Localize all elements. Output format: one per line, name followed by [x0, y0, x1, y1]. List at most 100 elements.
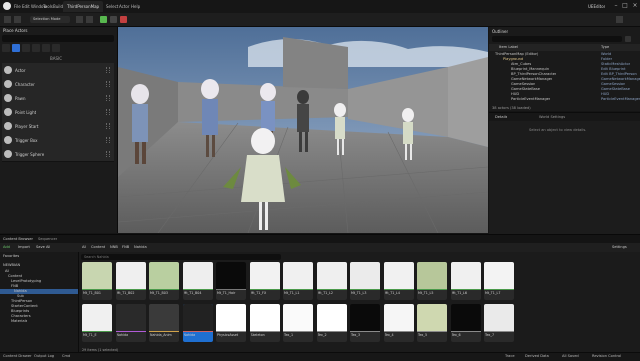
asset-tile[interactable]: PhysicsAsset [216, 304, 246, 342]
asset-tile[interactable]: Mt_T1_B03 [149, 262, 179, 300]
tree-favorites[interactable]: Favorites [3, 254, 19, 258]
pause-icon[interactable] [110, 16, 117, 23]
asset-tile[interactable]: Tex_4 [383, 304, 414, 342]
asset-tile[interactable]: Tex_5 [417, 304, 447, 342]
place-item-point-light[interactable]: Point Light [2, 105, 114, 120]
asset-tile[interactable]: Nahida [115, 304, 146, 342]
add-actor-icon[interactable] [76, 16, 83, 23]
place-item-character[interactable]: Character [2, 77, 114, 92]
asset-tile[interactable]: Mt_T1_B01 [82, 262, 112, 300]
asset-tile[interactable]: Tex_7 [484, 304, 514, 342]
output-log-button[interactable]: Output Log [34, 354, 54, 358]
play-icon[interactable] [100, 16, 107, 23]
breadcrumb-nahida[interactable]: Nahida [134, 245, 147, 249]
drag-handle-icon[interactable] [106, 95, 110, 101]
menu-edit[interactable]: Edit [22, 4, 30, 9]
level-viewport[interactable] [118, 27, 488, 233]
asset-tile[interactable]: Nahida_Anim [149, 304, 179, 342]
asset-tile[interactable]: Tex_1 [283, 304, 313, 342]
asset-tile[interactable]: Mt_T1_Hair [216, 262, 246, 300]
outliner-search[interactable] [492, 36, 622, 42]
settings-button[interactable]: Settings [612, 245, 627, 249]
blueprint-icon[interactable] [86, 16, 93, 23]
volumes-category-icon[interactable] [52, 44, 60, 52]
outliner-row[interactable]: ParticleEventManager ParticleEventManager [489, 97, 640, 102]
maximize-icon[interactable]: □ [621, 2, 629, 10]
tab-sequencer[interactable]: Sequencer [38, 237, 57, 241]
breadcrumb-content[interactable]: Content [91, 245, 105, 249]
save-all-button[interactable]: Save All [36, 245, 50, 249]
asset-tile[interactable]: Tex_2 [316, 304, 347, 342]
place-item-player-start[interactable]: Player Start [2, 119, 114, 134]
breadcrumb-fnb[interactable]: FNB [122, 245, 129, 249]
tree-blueprints[interactable]: Blueprints [11, 309, 29, 313]
asset-tile[interactable]: Skeleton [249, 304, 280, 342]
tree-thirdperson[interactable]: ThirdPerson [11, 299, 32, 303]
tree-sub[interactable]: Sub [17, 294, 24, 298]
place-item-pawn[interactable]: Pawn [2, 91, 114, 106]
drag-handle-icon[interactable] [106, 137, 110, 143]
menu-select[interactable]: Select [106, 4, 118, 9]
stop-icon[interactable] [120, 16, 127, 23]
drag-handle-icon[interactable] [106, 67, 110, 73]
tree-materials[interactable]: Materials [11, 319, 27, 323]
tab-world-settings[interactable]: World Settings [539, 115, 565, 119]
asset-tile[interactable]: Mt_T1_B02 [115, 262, 146, 300]
menu-help[interactable]: Help [131, 4, 140, 9]
menu-build[interactable]: Build [53, 4, 63, 9]
asset-tile[interactable]: Mt_T1_FX [249, 262, 280, 300]
tree-fnb[interactable]: FNB [11, 284, 18, 288]
add-button[interactable]: Add [3, 245, 10, 249]
asset-tile[interactable]: Tex_6 [450, 304, 481, 342]
settings-icon[interactable] [616, 16, 623, 23]
drag-handle-icon[interactable] [106, 81, 110, 87]
col-type[interactable]: Type [601, 45, 609, 49]
filter-icon[interactable] [625, 36, 631, 42]
drag-handle-icon[interactable] [106, 123, 110, 129]
place-item-trigger-box[interactable]: Trigger Box [2, 133, 114, 148]
lights-category-icon[interactable] [22, 44, 30, 52]
close-icon[interactable]: × [631, 2, 639, 10]
asset-tile[interactable]: Tex_3 [350, 304, 380, 342]
derived-data-button[interactable]: Derived Data [525, 354, 549, 358]
asset-tile-selected[interactable]: Nahida [182, 304, 213, 342]
basic-category-icon[interactable] [12, 44, 20, 52]
breadcrumb-all[interactable]: All [82, 245, 86, 249]
col-item-label[interactable]: Item Label [499, 45, 518, 49]
asset-tile[interactable]: Mt_T1_L7 [484, 262, 514, 300]
asset-search[interactable]: Search Nahida [81, 254, 281, 260]
place-actors-search[interactable] [2, 35, 114, 42]
minimize-icon[interactable]: – [612, 2, 620, 10]
level-tab[interactable]: ThirdPersonMap [63, 1, 103, 12]
menu-tools[interactable]: Tools [43, 4, 53, 9]
asset-tile[interactable]: Mt_T1_L4 [383, 262, 414, 300]
tree-all[interactable]: All [5, 269, 9, 273]
asset-tile[interactable]: Mt_T1_E [82, 304, 112, 342]
save-icon[interactable] [4, 16, 11, 23]
asset-tile[interactable]: Mt_T1_L2 [316, 262, 347, 300]
tree-content[interactable]: Content [8, 274, 22, 278]
tree-levelprototyping[interactable]: LevelPrototyping [11, 279, 41, 283]
drag-handle-icon[interactable] [106, 151, 110, 157]
place-item-trigger-sphere[interactable]: Trigger Sphere [2, 147, 114, 162]
tree-startercontent[interactable]: StarterContent [11, 304, 38, 308]
menu-actor[interactable]: Actor [119, 4, 130, 9]
tree-selected-row[interactable]: Nahida [0, 289, 78, 294]
asset-tile[interactable]: Mt_T1_B04 [182, 262, 213, 300]
visual-category-icon[interactable] [42, 44, 50, 52]
shapes-category-icon[interactable] [32, 44, 40, 52]
recent-category-icon[interactable] [2, 44, 10, 52]
breadcrumb-nnb[interactable]: NNB [110, 245, 118, 249]
content-icon[interactable] [14, 16, 21, 23]
tab-content-browser[interactable]: Content Browser [3, 237, 33, 241]
trace-button[interactable]: Trace [505, 354, 515, 358]
asset-tile[interactable]: Mt_T1_L5 [417, 262, 447, 300]
place-item-actor[interactable]: Actor [2, 63, 114, 78]
tree-characters[interactable]: Characters [11, 314, 31, 318]
tab-details[interactable]: Details [495, 115, 507, 119]
revision-control-button[interactable]: Revision Control [592, 354, 621, 358]
content-drawer-button[interactable]: Content Drawer [3, 354, 32, 358]
drag-handle-icon[interactable] [106, 109, 110, 115]
selection-mode-dropdown[interactable]: Selection Mode [30, 16, 70, 23]
asset-tile[interactable]: Mt_T1_L6 [450, 262, 481, 300]
